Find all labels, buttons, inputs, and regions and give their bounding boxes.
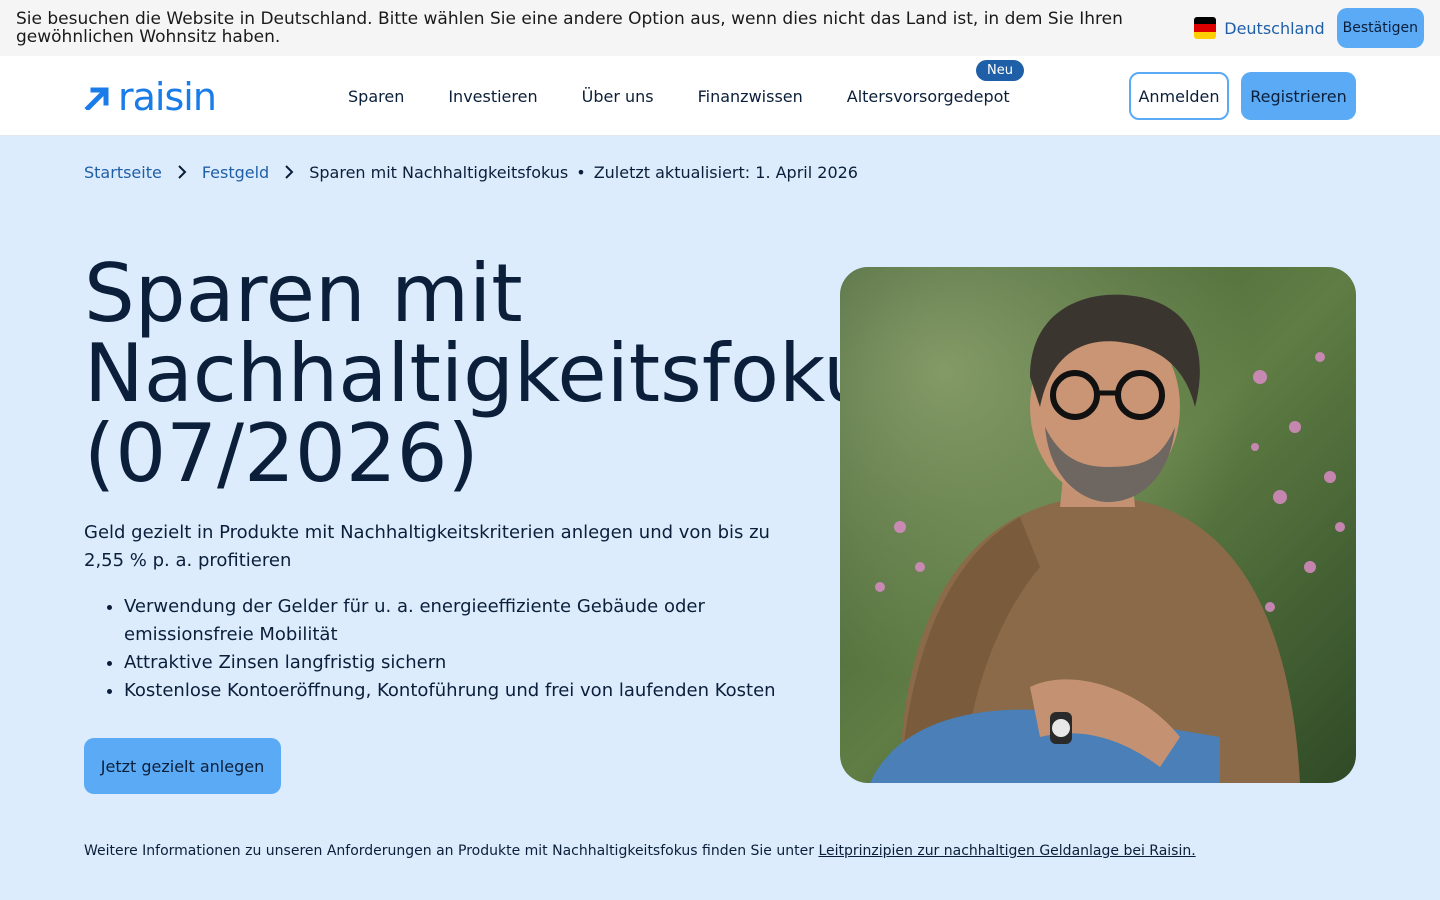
raisin-logo-arrow-icon	[84, 87, 109, 110]
benefits-list: Verwendung der Gelder für u. a. energiee…	[124, 593, 824, 705]
breadcrumb-festgeld[interactable]: Festgeld	[202, 163, 269, 182]
nav-item-finanzwissen[interactable]: Finanzwissen	[698, 87, 803, 106]
nav-item-altersvorsorgedepot[interactable]: Altersvorsorgedepot	[847, 87, 1010, 106]
invest-now-button[interactable]: Jetzt gezielt anlegen	[84, 738, 281, 794]
footnote: Weitere Informationen zu unseren Anforde…	[84, 843, 1196, 859]
logo-text: raisin	[118, 75, 217, 119]
last-updated: Zuletzt aktualisiert: 1. April 2026	[593, 162, 858, 182]
breadcrumb-current: Sparen mit Nachhaltigkeitsfokus	[309, 162, 569, 182]
nav-item-ueber-uns[interactable]: Über uns	[582, 87, 654, 106]
benefit-item: Kostenlose Kontoeröffnung, Kontoführung …	[124, 677, 824, 705]
benefit-item: Attraktive Zinsen langfristig sichern	[124, 649, 824, 677]
benefit-item: Verwendung der Gelder für u. a. energiee…	[124, 593, 824, 649]
germany-flag-icon	[1194, 17, 1217, 39]
breadcrumb-dot: •	[576, 162, 586, 182]
main-nav: Sparen Investieren Über uns Finanzwissen…	[348, 56, 1010, 136]
page-title: Sparen mit Nachhaltigkeitsfokus (07/2026…	[84, 247, 916, 500]
country-banner-text: Sie besuchen die Website in Deutschland.…	[16, 9, 1123, 47]
page-title-line-1: Sparen mit	[84, 247, 523, 340]
raisin-logo[interactable]: raisin	[84, 75, 217, 119]
page-title-line-2: Nachhaltigkeitsfokus	[84, 327, 916, 420]
country-banner: Sie besuchen die Website in Deutschland.…	[0, 0, 1440, 56]
breadcrumb: Startseite Festgeld Sparen mit Nachhalti…	[84, 160, 858, 184]
nav-item-investieren[interactable]: Investieren	[448, 87, 537, 106]
confirm-country-button[interactable]: Bestätigen	[1336, 8, 1424, 48]
chevron-right-icon	[162, 164, 202, 180]
hero-photo	[840, 267, 1356, 783]
nav-item-sparen[interactable]: Sparen	[348, 87, 404, 106]
country-selector[interactable]: Deutschland	[1194, 17, 1325, 39]
page-title-line-3: (07/2026)	[84, 407, 479, 500]
new-badge: Neu	[976, 60, 1024, 81]
chevron-right-icon	[269, 164, 309, 180]
breadcrumb-home[interactable]: Startseite	[84, 163, 162, 182]
country-name[interactable]: Deutschland	[1224, 19, 1324, 38]
guidelines-link[interactable]: Leitprinzipien zur nachhaltigen Geldanla…	[818, 843, 1195, 859]
register-button[interactable]: Registrieren	[1241, 72, 1356, 120]
hero-intro: Geld gezielt in Produkte mit Nachhaltigk…	[84, 522, 770, 571]
login-button[interactable]: Anmelden	[1129, 72, 1229, 120]
footnote-text: Weitere Informationen zu unseren Anforde…	[84, 843, 819, 859]
